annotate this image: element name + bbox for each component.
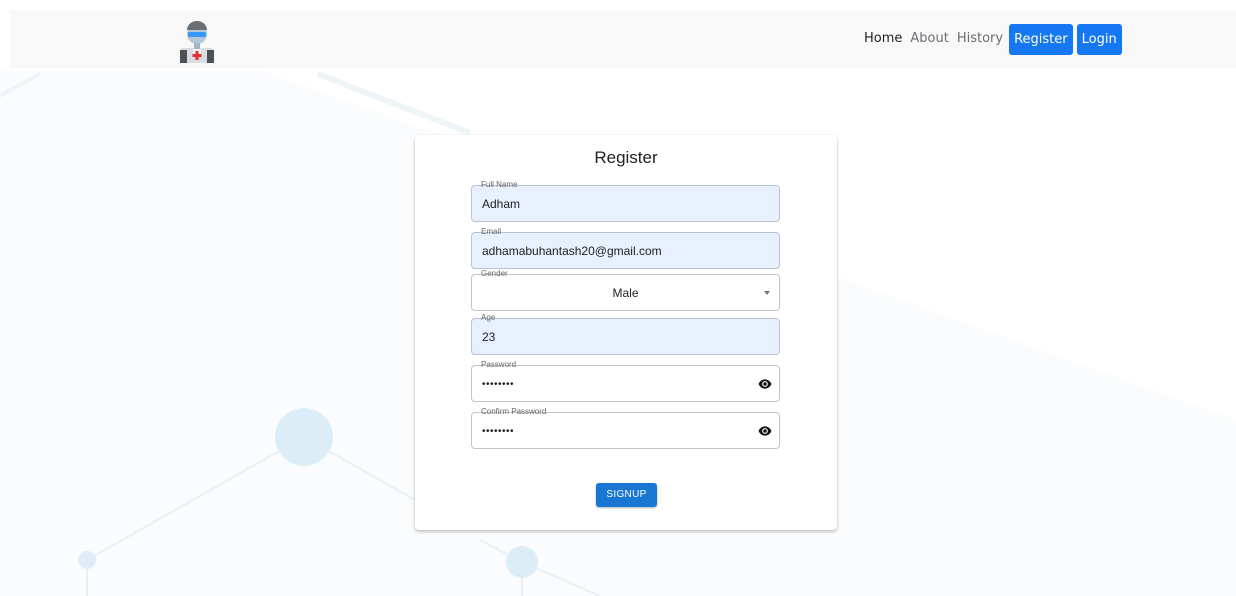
gender-value: Male <box>612 286 639 300</box>
gender-select[interactable]: Gender Male <box>471 269 780 311</box>
navbar: Home About History Register Login <box>10 10 1236 68</box>
main-nav: Home About History Register Login <box>862 23 1122 55</box>
email-field[interactable]: Email adhamabuhantash20@gmail.com <box>471 227 780 269</box>
password-field[interactable]: Password •••••••• <box>471 360 780 402</box>
nav-home-link[interactable]: Home <box>862 23 904 55</box>
age-value: 23 <box>482 330 496 344</box>
confirm-password-field[interactable]: Confirm Password •••••••• <box>471 407 780 449</box>
age-field[interactable]: Age 23 <box>471 313 780 355</box>
signup-button[interactable]: SIGNUP <box>596 483 657 507</box>
password-value: •••••••• <box>482 379 515 390</box>
confirm-password-value: •••••••• <box>482 426 515 437</box>
nav-register-button[interactable]: Register <box>1009 23 1073 55</box>
nav-history-link[interactable]: History <box>955 23 1005 55</box>
nav-about-link[interactable]: About <box>908 23 950 55</box>
eye-icon[interactable] <box>758 425 772 437</box>
email-value: adhamabuhantash20@gmail.com <box>482 244 662 258</box>
form-title: Register <box>594 148 658 167</box>
full-name-field[interactable]: Full Name Adham <box>471 180 780 222</box>
eye-icon[interactable] <box>758 378 772 390</box>
register-card: Register Full Name Adham Email adhamabuh… <box>415 135 837 530</box>
caret-down-icon <box>764 291 770 295</box>
doctor-avatar-icon[interactable] <box>173 15 221 63</box>
full-name-value: Adham <box>482 197 521 211</box>
nav-login-button[interactable]: Login <box>1076 23 1122 55</box>
